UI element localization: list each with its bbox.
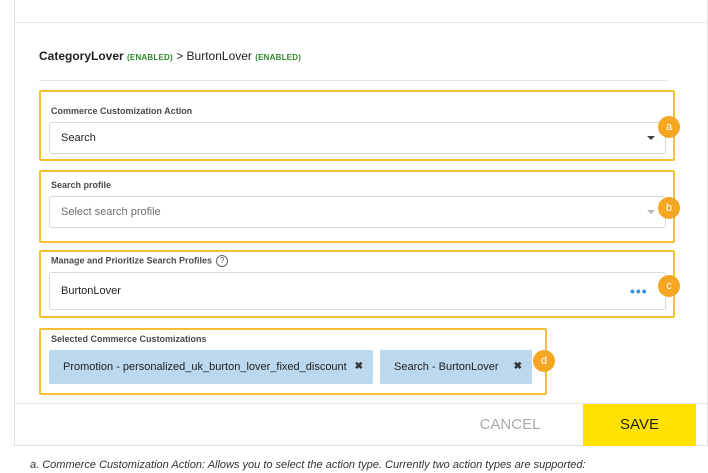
annotation-badge-a: a — [658, 116, 680, 138]
search-profile-label: Search profile — [51, 180, 112, 190]
customization-chip-promotion[interactable]: Promotion - personalized_uk_burton_lover… — [49, 350, 373, 384]
manage-field-value: BurtonLover — [61, 285, 121, 297]
top-divider — [15, 22, 707, 23]
action-select-value: Search — [61, 132, 96, 144]
selected-label: Selected Commerce Customizations — [51, 334, 207, 344]
annotation-badge-c: c — [658, 275, 680, 297]
action-label: Commerce Customization Action — [51, 106, 193, 116]
footnote-text: a. Commerce Customization Action: Allows… — [30, 459, 586, 471]
annotation-badge-d: d — [533, 350, 555, 372]
chevron-down-icon[interactable] — [647, 136, 655, 140]
manage-search-profiles-field[interactable]: BurtonLover — [49, 272, 666, 310]
breadcrumb-separator: > — [176, 49, 184, 63]
customization-chip-search[interactable]: Search - BurtonLover ✖ — [380, 350, 532, 384]
close-icon[interactable]: ✖ — [514, 350, 522, 384]
chip-label: Search - BurtonLover — [394, 361, 499, 373]
annotation-badge-b: b — [658, 197, 680, 219]
cancel-button[interactable]: CANCEL — [450, 404, 570, 446]
breadcrumb-category-lover[interactable]: CategoryLover — [39, 49, 124, 63]
breadcrumb-divider — [39, 80, 667, 81]
chip-label: Promotion - personalized_uk_burton_lover… — [63, 361, 347, 373]
action-select[interactable]: Search — [49, 122, 666, 154]
help-icon[interactable]: ? — [216, 255, 229, 267]
search-profile-select[interactable]: Select search profile — [49, 196, 666, 228]
manage-label: Manage and Prioritize Search Profiles? — [51, 255, 229, 267]
chevron-down-icon[interactable] — [647, 210, 655, 214]
breadcrumb: CategoryLover (ENABLED) > BurtonLover (E… — [39, 49, 301, 63]
manage-label-text: Manage and Prioritize Search Profiles — [51, 255, 213, 266]
more-options-icon[interactable]: ••• — [630, 283, 648, 299]
search-profile-placeholder: Select search profile — [61, 206, 161, 218]
customization-panel: CategoryLover (ENABLED) > BurtonLover (E… — [14, 0, 708, 446]
status-badge-burton-lover: (ENABLED) — [255, 53, 302, 62]
status-badge-category-lover: (ENABLED) — [127, 53, 173, 62]
save-button[interactable]: SAVE — [583, 404, 696, 446]
breadcrumb-burton-lover: BurtonLover — [186, 49, 252, 63]
close-icon[interactable]: ✖ — [355, 350, 363, 384]
